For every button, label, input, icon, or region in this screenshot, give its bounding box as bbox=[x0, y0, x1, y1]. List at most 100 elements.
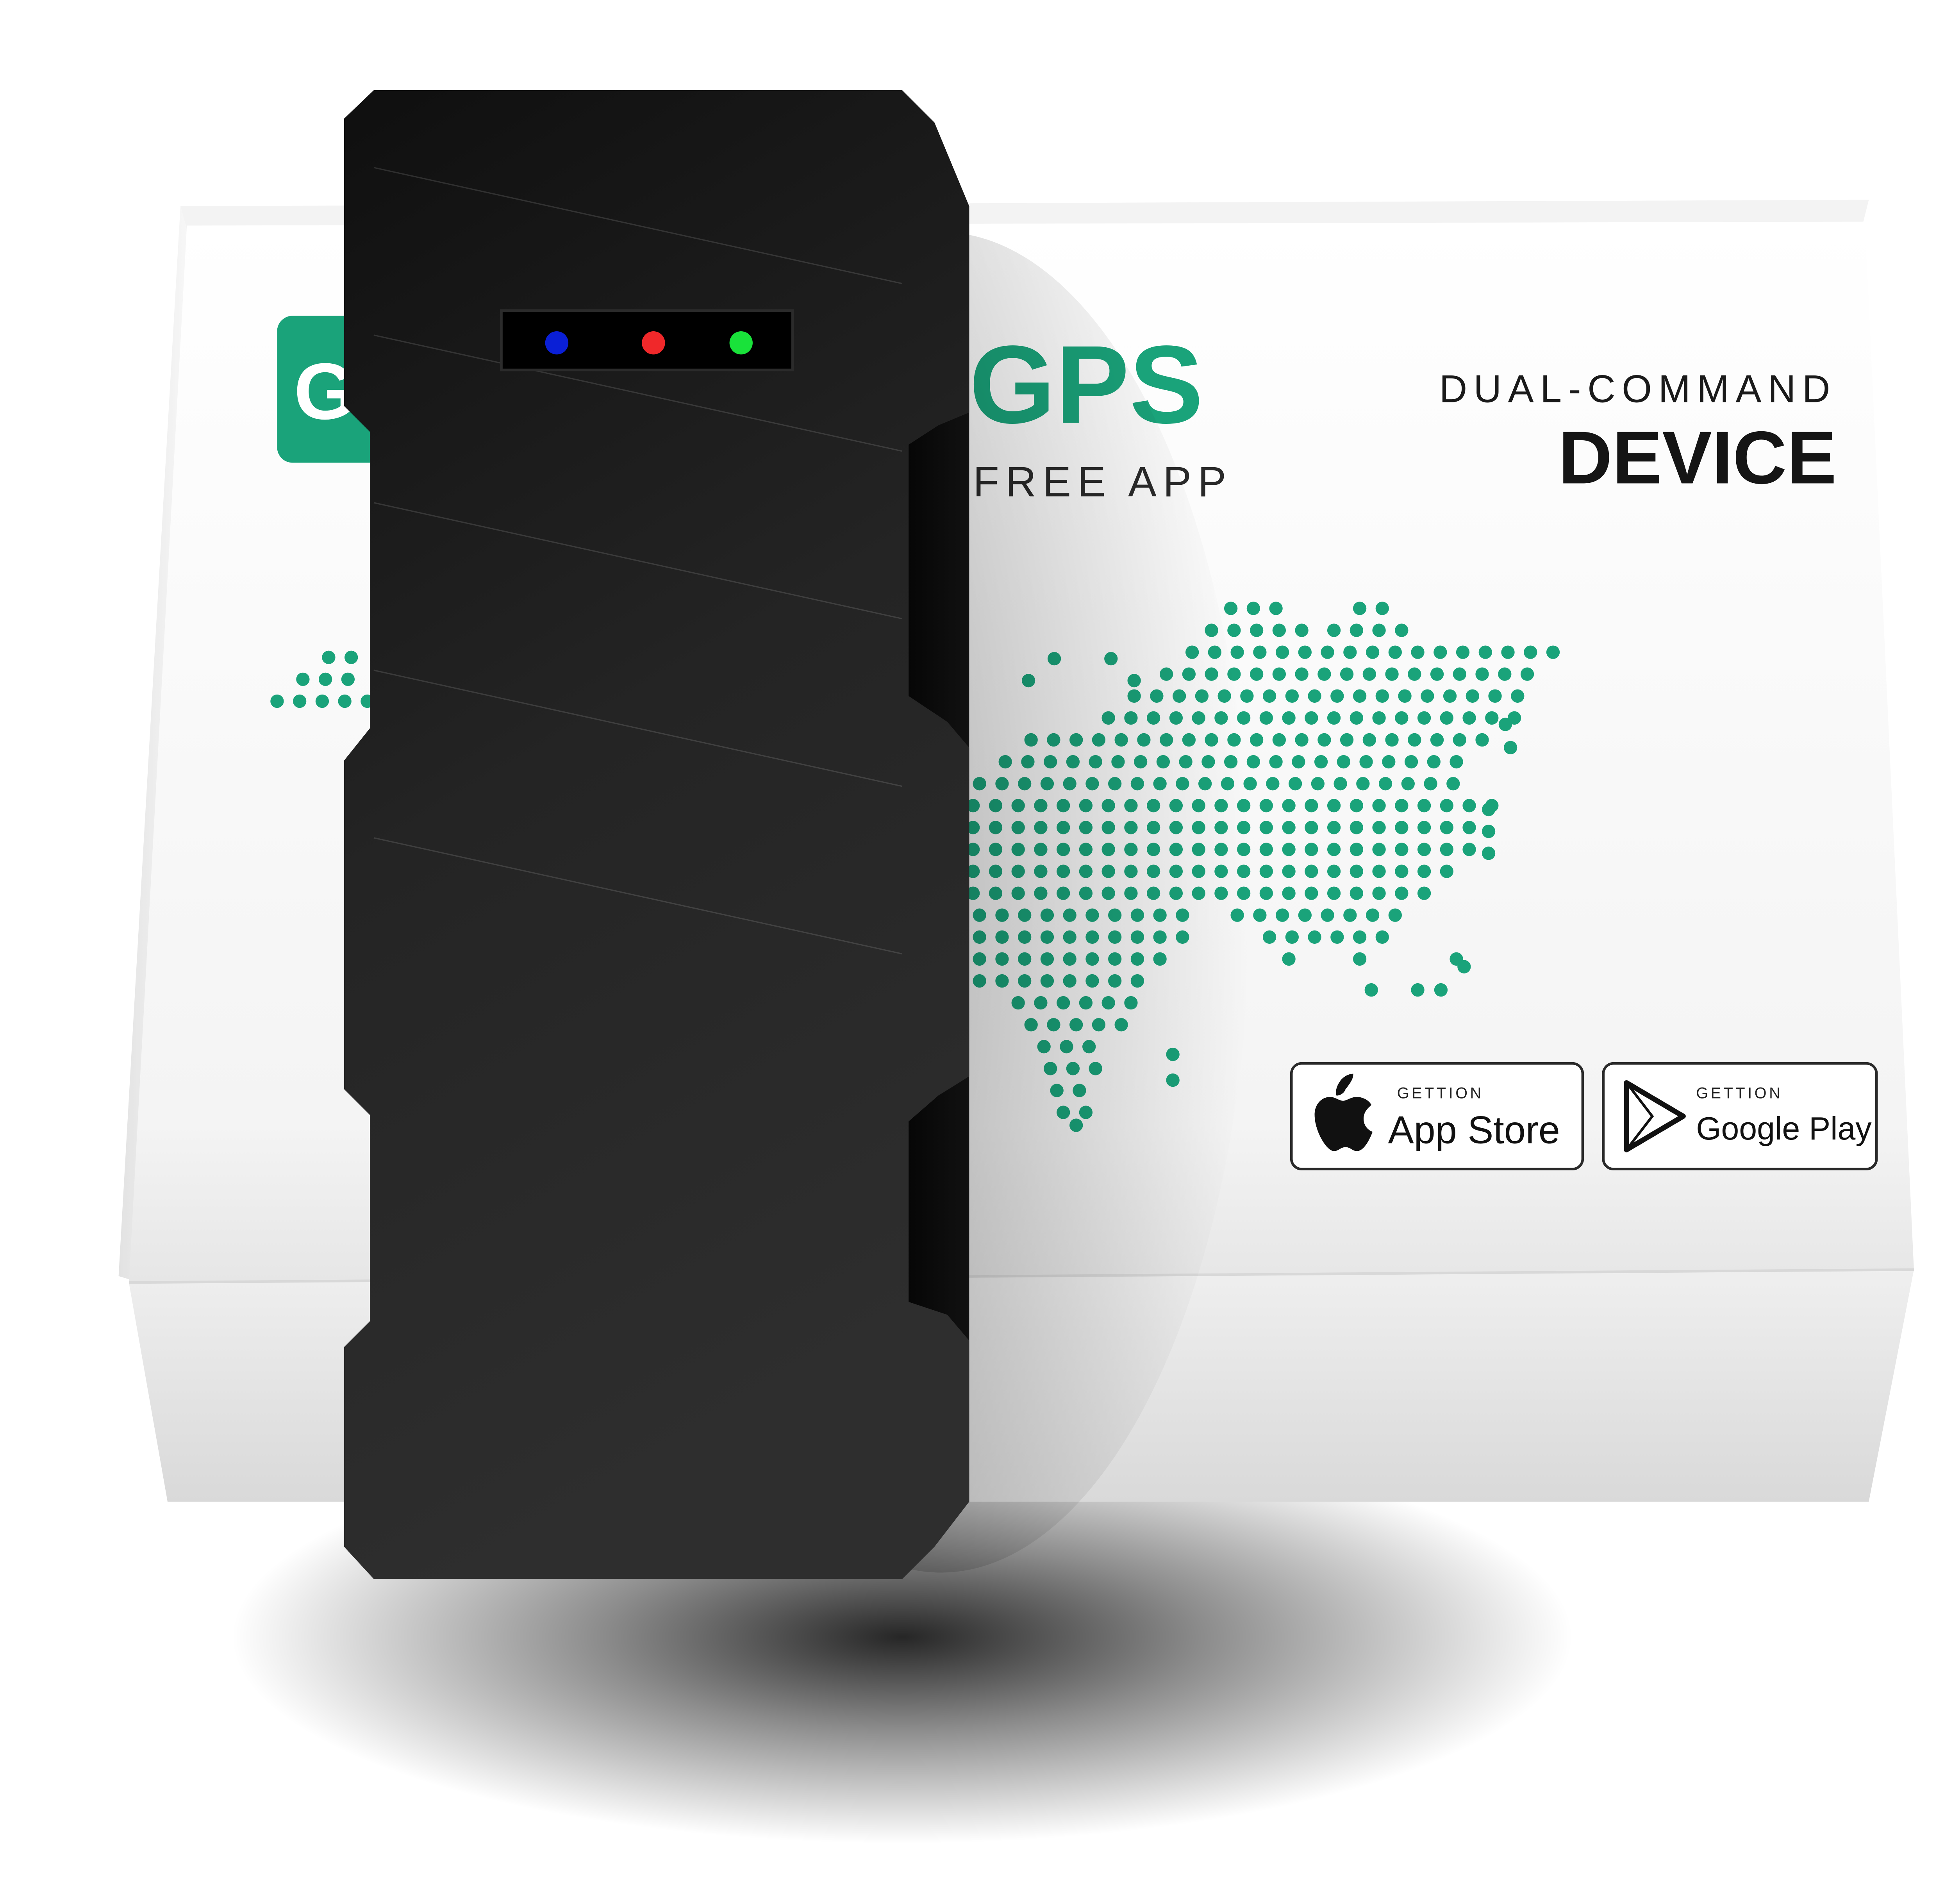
map-dot bbox=[1269, 602, 1283, 615]
map-dot bbox=[1498, 667, 1512, 681]
map-dot bbox=[1321, 908, 1334, 922]
map-dot bbox=[1511, 689, 1525, 703]
map-dot bbox=[1482, 802, 1496, 816]
map-dot bbox=[1353, 930, 1367, 944]
map-dot bbox=[1350, 799, 1363, 813]
map-dot bbox=[1462, 711, 1476, 725]
map-dot bbox=[1253, 645, 1267, 659]
map-dot bbox=[1305, 864, 1318, 878]
map-dot bbox=[1372, 821, 1386, 834]
map-dot bbox=[1237, 711, 1251, 725]
map-dot bbox=[1343, 908, 1357, 922]
map-dot bbox=[1385, 667, 1399, 681]
map-dot bbox=[1308, 930, 1321, 944]
map-dot bbox=[1272, 623, 1286, 637]
map-dot bbox=[1475, 667, 1489, 681]
map-dot bbox=[1408, 733, 1421, 747]
map-dot bbox=[1417, 843, 1431, 856]
map-dot bbox=[1327, 886, 1341, 900]
map-dot bbox=[1353, 952, 1367, 966]
map-dot bbox=[1440, 864, 1453, 878]
map-dot bbox=[1282, 711, 1296, 725]
map-dot bbox=[1282, 886, 1296, 900]
google-play-label: Google Play bbox=[1696, 1111, 1872, 1147]
map-dot bbox=[296, 672, 310, 686]
map-dot bbox=[1466, 689, 1479, 703]
map-dot bbox=[1462, 843, 1476, 856]
map-dot bbox=[1282, 799, 1296, 813]
map-dot bbox=[1259, 711, 1273, 725]
map-dot bbox=[1259, 843, 1273, 856]
map-dot bbox=[1269, 755, 1283, 769]
map-dot bbox=[1224, 602, 1238, 615]
map-dot bbox=[1482, 847, 1496, 860]
map-dot bbox=[1388, 908, 1402, 922]
map-dot bbox=[1350, 821, 1363, 834]
map-dot bbox=[1317, 667, 1331, 681]
map-dot bbox=[344, 650, 358, 664]
map-dot bbox=[1350, 711, 1363, 725]
map-dot bbox=[1337, 755, 1350, 769]
map-dot bbox=[1362, 733, 1376, 747]
map-dot bbox=[1253, 908, 1267, 922]
map-dot bbox=[1246, 755, 1260, 769]
map-dot bbox=[1430, 733, 1444, 747]
map-dot bbox=[1327, 623, 1341, 637]
map-dot bbox=[1350, 886, 1363, 900]
map-dot bbox=[1350, 843, 1363, 856]
map-dot bbox=[1227, 623, 1241, 637]
map-dot bbox=[1385, 733, 1399, 747]
map-dot bbox=[1327, 821, 1341, 834]
map-dot bbox=[1340, 733, 1354, 747]
map-dot bbox=[1478, 645, 1492, 659]
map-dot bbox=[1330, 689, 1344, 703]
map-dot bbox=[1343, 645, 1357, 659]
map-dot bbox=[1417, 886, 1431, 900]
map-dot bbox=[1462, 821, 1476, 834]
map-dot bbox=[1372, 886, 1386, 900]
map-dot bbox=[1440, 843, 1453, 856]
map-dot bbox=[1456, 645, 1470, 659]
map-dot bbox=[1362, 667, 1376, 681]
map-dot bbox=[1356, 777, 1370, 791]
map-dot bbox=[322, 650, 336, 664]
map-dot bbox=[1482, 825, 1496, 838]
map-dot bbox=[1327, 843, 1341, 856]
map-dot bbox=[1485, 711, 1499, 725]
map-dot bbox=[1327, 799, 1341, 813]
map-dot bbox=[1272, 667, 1286, 681]
map-dot bbox=[1298, 645, 1312, 659]
map-dot bbox=[1359, 755, 1373, 769]
map-dot bbox=[1288, 777, 1302, 791]
map-dot bbox=[1417, 711, 1431, 725]
map-dot bbox=[1321, 645, 1334, 659]
map-dot bbox=[1524, 645, 1537, 659]
map-dot bbox=[1364, 983, 1378, 997]
map-dot bbox=[1327, 711, 1341, 725]
map-dot bbox=[1282, 821, 1296, 834]
map-dot bbox=[315, 694, 329, 708]
map-dot bbox=[1311, 777, 1325, 791]
map-dot bbox=[1395, 711, 1409, 725]
map-dot bbox=[1475, 733, 1489, 747]
map-dot bbox=[1372, 864, 1386, 878]
map-dot bbox=[1330, 930, 1344, 944]
map-dot bbox=[1408, 667, 1421, 681]
map-dot bbox=[1395, 821, 1409, 834]
map-dot bbox=[1372, 711, 1386, 725]
google-play-badge[interactable]: GETTION Google Play bbox=[1602, 1062, 1878, 1171]
led-blue bbox=[545, 331, 569, 355]
map-dot bbox=[341, 672, 355, 686]
app-store-badge[interactable]: GETTION App Store bbox=[1290, 1062, 1584, 1171]
map-dot bbox=[1372, 623, 1386, 637]
map-dot bbox=[1262, 930, 1276, 944]
map-dot bbox=[1305, 711, 1318, 725]
app-store-label: App Store bbox=[1388, 1108, 1560, 1152]
map-dot bbox=[1417, 799, 1431, 813]
map-dot bbox=[1285, 689, 1299, 703]
google-play-small-text: GETTION bbox=[1696, 1084, 1783, 1102]
map-dot bbox=[1366, 908, 1380, 922]
map-dot bbox=[1314, 755, 1328, 769]
map-dot bbox=[1503, 741, 1517, 754]
map-dot bbox=[1240, 689, 1254, 703]
